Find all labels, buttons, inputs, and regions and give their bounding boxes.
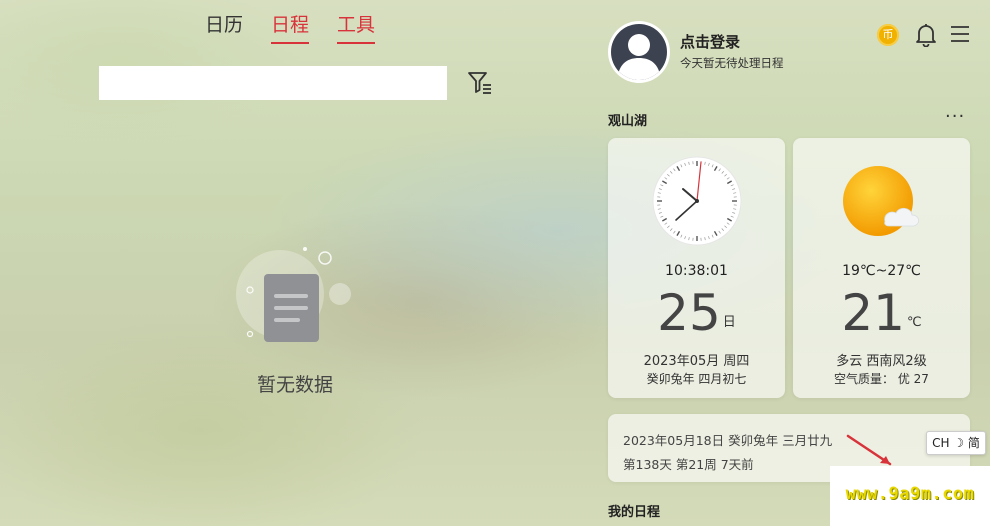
search-input[interactable]	[99, 66, 447, 100]
lunar-date: 癸卯兔年 四月初七	[646, 372, 747, 386]
view-tabs: 日历 日程 工具	[205, 10, 376, 44]
coin-icon[interactable]: 币	[877, 24, 899, 46]
avatar[interactable]	[608, 21, 670, 83]
my-schedule-heading: 我的日程	[608, 505, 661, 520]
tab-schedule[interactable]: 日程	[271, 10, 310, 44]
analog-clock-icon	[652, 156, 742, 246]
partly-cloudy-icon	[843, 166, 920, 236]
day-number: 25 日	[657, 284, 736, 342]
weather-condition: 多云 西南风2级	[836, 354, 927, 369]
selected-date-text: 2023年05月18日 癸卯兔年 三月廿九	[623, 433, 833, 448]
user-icon	[617, 34, 661, 80]
tab-calendar[interactable]: 日历	[205, 10, 243, 44]
more-options-button[interactable]: ···	[945, 106, 965, 127]
air-quality: 空气质量： 优 27	[834, 372, 929, 386]
temperature-range: 19℃~27℃	[842, 263, 921, 279]
pending-schedule-text: 今天暂无待处理日程	[680, 56, 784, 70]
day-week-offset-text: 第138天 第21周 7天前	[623, 457, 754, 472]
current-temperature: 21 ℃	[841, 284, 922, 342]
menu-icon[interactable]	[950, 25, 970, 43]
location-label: 观山湖	[608, 114, 648, 129]
annotation-arrow-icon	[846, 434, 892, 466]
date-weekday: 2023年05月 周四	[643, 354, 750, 369]
tab-tools[interactable]: 工具	[337, 10, 376, 44]
watermark: www.9a9m.com	[830, 466, 990, 526]
bell-icon[interactable]	[915, 23, 937, 48]
input-method-indicator[interactable]: CH ☽ 简	[926, 431, 986, 455]
filter-icon[interactable]	[466, 70, 494, 96]
clock-card[interactable]: 10:38:01 25 日 2023年05月 周四 癸卯兔年 四月初七	[608, 138, 785, 398]
weather-card[interactable]: 19℃~27℃ 21 ℃ 多云 西南风2级 空气质量： 优 27	[793, 138, 970, 398]
empty-state-text: 暂无数据	[256, 374, 333, 396]
login-link[interactable]: 点击登录	[680, 31, 740, 52]
clock-time: 10:38:01	[665, 263, 728, 279]
empty-state-illustration	[230, 240, 360, 350]
